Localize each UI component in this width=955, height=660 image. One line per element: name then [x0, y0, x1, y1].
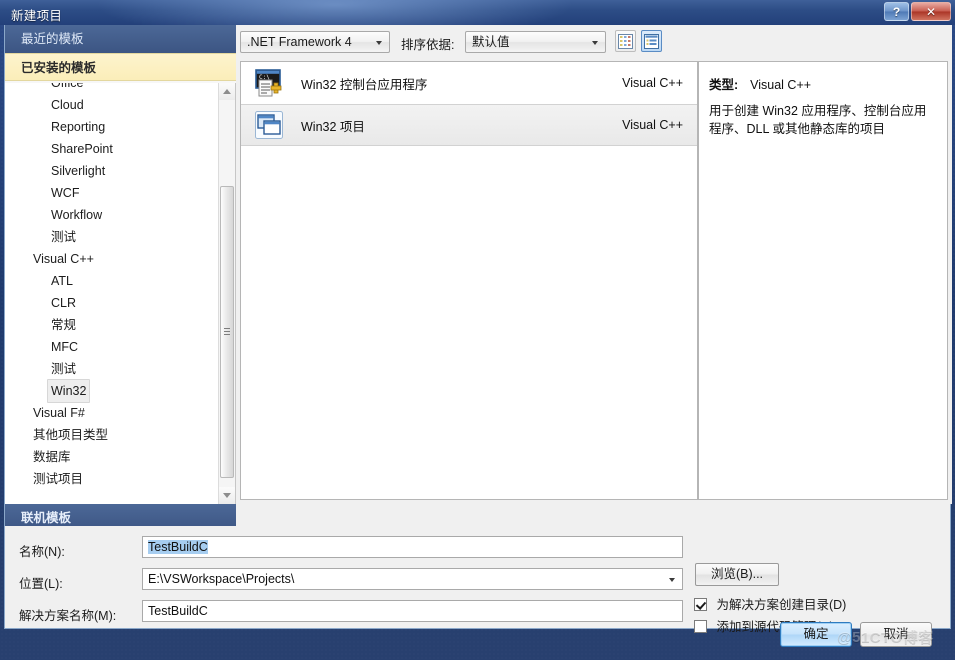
- template-list-item[interactable]: C:\ Win32 控制台应用程序 Visual C++: [241, 62, 697, 104]
- tree-item-label: 测试: [51, 230, 77, 244]
- tree-item-label: 其他项目类型: [33, 428, 109, 442]
- template-type-row: 类型: Visual C++: [709, 74, 937, 93]
- tree-item-label: Workflow: [51, 208, 103, 222]
- tree-item-silverlight[interactable]: Silverlight: [5, 159, 213, 181]
- win32-project-icon: [253, 109, 285, 141]
- tree-item-label: 数据库: [33, 450, 71, 464]
- category-tree: Office Cloud Reporting SharePoint Silverligh…: [5, 83, 213, 489]
- chevron-down-icon: [669, 578, 675, 582]
- template-language: Visual C++: [622, 118, 683, 132]
- solution-name-label: 解决方案名称(M):: [19, 609, 117, 623]
- help-button[interactable]: ?: [884, 2, 909, 21]
- title-bar-glow: [95, 0, 575, 25]
- window-title: 新建项目: [11, 9, 63, 23]
- checkbox-checked-icon: [694, 598, 707, 611]
- checkbox-unchecked-icon: [694, 620, 707, 633]
- location-label: 位置(L):: [19, 577, 63, 591]
- tree-item-label: Cloud: [51, 98, 84, 112]
- location-value: E:\VSWorkspace\Projects\: [148, 572, 295, 586]
- installed-templates-header[interactable]: 已安装的模板: [5, 53, 236, 81]
- template-type-label: 类型:: [709, 78, 739, 92]
- project-name-label: 名称(N):: [19, 545, 65, 559]
- tree-item-sharepoint[interactable]: SharePoint: [5, 137, 213, 159]
- template-description-text: 用于创建 Win32 应用程序、控制台应用程序、DLL 或其他静态库的项目: [709, 104, 927, 136]
- tree-item-label: CLR: [51, 296, 77, 310]
- tree-item-label: Reporting: [51, 120, 106, 134]
- tree-item-[interactable]: 其他项目类型: [5, 423, 213, 445]
- tree-item-cloud[interactable]: Cloud: [5, 93, 213, 115]
- new-project-dialog: 新建项目 ? ✕ 最近的模板 已安装的模板 Office Cloud Reporti…: [0, 0, 955, 660]
- tree-item-label: SharePoint: [51, 142, 113, 156]
- template-name: Win32 项目: [301, 119, 365, 134]
- ok-button[interactable]: 确定: [780, 622, 852, 647]
- small-icons-view-icon: [618, 33, 633, 49]
- tree-item-[interactable]: 常规: [5, 313, 213, 335]
- tree-item-workflow[interactable]: Workflow: [5, 203, 213, 225]
- tree-item-label: WCF: [51, 186, 80, 200]
- create-directory-label: 为解决方案创建目录(D): [716, 598, 847, 612]
- category-tree-scroll-area: Office Cloud Reporting SharePoint Silverligh…: [5, 83, 236, 504]
- template-categories-pane: 最近的模板 已安装的模板 Office Cloud Reporting SharePo…: [5, 25, 236, 504]
- template-language: Visual C++: [622, 76, 683, 90]
- sort-by-label: 排序依据:: [401, 38, 455, 52]
- location-combobox[interactable]: E:\VSWorkspace\Projects\: [142, 568, 683, 590]
- tree-item-visual-f#[interactable]: Visual F#: [5, 401, 213, 423]
- chevron-down-icon: [376, 41, 382, 45]
- tree-item-office[interactable]: Office: [5, 83, 213, 93]
- solution-name-input[interactable]: TestBuildC: [142, 600, 683, 622]
- template-name: Win32 控制台应用程序: [301, 77, 428, 92]
- template-list-item[interactable]: Win32 项目 Visual C++: [241, 104, 697, 146]
- tree-item-label: 常规: [51, 318, 77, 332]
- sort-by-value: 默认值: [472, 35, 510, 49]
- create-directory-checkbox[interactable]: 为解决方案创建目录(D): [694, 594, 846, 613]
- tree-item-label: Silverlight: [51, 164, 106, 178]
- tree-item-win32[interactable]: Win32: [5, 379, 213, 403]
- tree-item-[interactable]: 数据库: [5, 445, 213, 467]
- title-bar: 新建项目 ? ✕: [0, 0, 955, 25]
- tree-item-wcf[interactable]: WCF: [5, 181, 213, 203]
- tree-item-[interactable]: 测试: [5, 357, 213, 379]
- template-type-value: Visual C++: [750, 78, 812, 92]
- tree-item-label: 测试项目: [33, 472, 84, 486]
- tree-item-atl[interactable]: ATL: [5, 269, 213, 291]
- dialog-content: 最近的模板 已安装的模板 Office Cloud Reporting SharePo…: [4, 25, 952, 634]
- tree-item-clr[interactable]: CLR: [5, 291, 213, 313]
- tree-item-label: Visual C++: [33, 252, 94, 266]
- console-app-icon: C:\: [253, 67, 285, 99]
- chevron-down-icon: [592, 41, 598, 45]
- close-button[interactable]: ✕: [911, 2, 951, 21]
- recent-templates-header[interactable]: 最近的模板: [5, 25, 236, 53]
- solution-name-value: TestBuildC: [148, 604, 208, 618]
- scroll-down-arrow-icon[interactable]: [219, 487, 235, 504]
- project-name-input[interactable]: TestBuildC: [142, 536, 683, 558]
- framework-version-value: .NET Framework 4: [247, 35, 352, 49]
- tree-item-label: 测试: [51, 362, 77, 376]
- large-icons-view-icon: [644, 33, 659, 49]
- template-list[interactable]: C:\ Win32 控制台应用程序 Visual C++ Win32 项目 Visual…: [240, 61, 698, 500]
- category-tree-scrollbar[interactable]: [218, 83, 235, 504]
- tree-item-[interactable]: 测试: [5, 225, 213, 247]
- tree-item-label: Visual F#: [33, 406, 85, 420]
- browse-button[interactable]: 浏览(B)...: [695, 563, 779, 586]
- small-icons-view-button[interactable]: [615, 30, 636, 52]
- tree-item-label: Win32: [47, 379, 91, 403]
- tree-item-visual-c++[interactable]: Visual C++: [5, 247, 213, 269]
- tree-item-label: ATL: [51, 274, 73, 288]
- cancel-button[interactable]: 取消: [860, 622, 932, 647]
- template-list-pane: .NET Framework 4 排序依据: 默认值 C:\ Win32 控制台…: [236, 25, 942, 504]
- project-name-value: TestBuildC: [148, 540, 208, 554]
- template-description-panel: 类型: Visual C++ 用于创建 Win32 应用程序、控制台应用程序、D…: [698, 61, 948, 500]
- scroll-up-arrow-icon[interactable]: [219, 83, 235, 100]
- tree-item-reporting[interactable]: Reporting: [5, 115, 213, 137]
- scrollbar-thumb[interactable]: [220, 186, 234, 478]
- framework-version-dropdown[interactable]: .NET Framework 4: [240, 31, 390, 53]
- template-info-pane: 类型: Visual C++ 用于创建 Win32 应用程序、控制台应用程序、D…: [698, 25, 952, 504]
- project-settings-form: 名称(N): TestBuildC 位置(L): E:\VSWorkspace\…: [5, 526, 950, 634]
- tree-item-[interactable]: 测试项目: [5, 467, 213, 489]
- sort-by-dropdown[interactable]: 默认值: [465, 31, 606, 53]
- large-icons-view-button[interactable]: [641, 30, 662, 52]
- tree-item-mfc[interactable]: MFC: [5, 335, 213, 357]
- tree-item-label: MFC: [51, 340, 79, 354]
